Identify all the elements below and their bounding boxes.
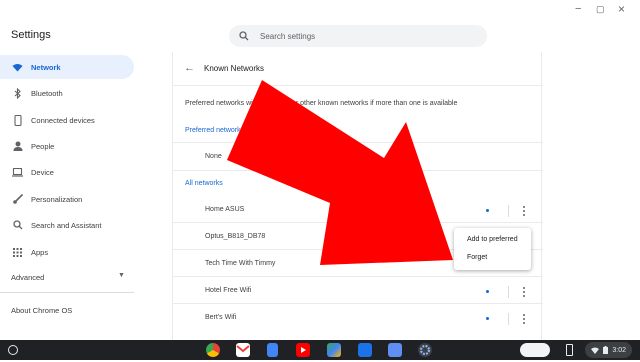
status-tray[interactable]: 3:02	[585, 342, 632, 358]
sidebar-item-connected-devices[interactable]: Connected devices	[0, 108, 134, 132]
all-networks-header: All networks	[185, 180, 223, 187]
known-networks-panel: ← Known Networks Preferred networks will…	[172, 52, 543, 340]
wifi-signal-icon	[486, 209, 489, 212]
row-divider	[173, 222, 543, 223]
sidebar-item-bluetooth[interactable]: Bluetooth	[0, 81, 134, 105]
chevron-down-icon: ▼	[118, 272, 125, 279]
sidebar-item-label: Bluetooth	[31, 88, 63, 98]
row-separator	[508, 205, 509, 217]
sidebar-item-label: Personalization	[31, 194, 83, 204]
network-row-optus[interactable]: Optus_B818_DB78	[205, 233, 265, 240]
sidebar-item-apps[interactable]: Apps	[0, 240, 134, 264]
laptop-icon	[12, 167, 23, 178]
youtube-icon[interactable]	[296, 343, 310, 357]
more-options-icon[interactable]	[520, 205, 528, 217]
network-row-hotel-free-wifi[interactable]: Hotel Free Wifi	[205, 287, 251, 294]
sidebar-item-label: People	[31, 141, 55, 151]
row-divider	[173, 303, 543, 304]
row-separator	[508, 313, 509, 325]
sidebar-item-device[interactable]: Device	[0, 160, 134, 184]
search-icon	[239, 31, 249, 41]
phone-hub-icon[interactable]	[566, 344, 573, 356]
sidebar-item-personalization[interactable]: Personalization	[0, 187, 134, 211]
back-arrow-icon[interactable]: ←	[184, 62, 195, 74]
tote-pill[interactable]	[520, 343, 550, 357]
chromeos-shelf: 3:02	[0, 340, 640, 360]
preferred-empty-label: None	[205, 153, 222, 160]
row-divider	[173, 276, 543, 277]
sidebar-item-advanced[interactable]: Advanced ▼	[0, 265, 134, 289]
preferred-networks-header: Preferred networks	[185, 127, 245, 134]
play-store-icon[interactable]	[327, 343, 341, 357]
search-field[interactable]: Search settings	[229, 25, 487, 47]
sidebar-item-label: Network	[31, 62, 61, 72]
settings-gear-icon[interactable]	[418, 343, 432, 357]
clock: 3:02	[612, 346, 626, 354]
files-icon[interactable]	[358, 343, 372, 357]
sidebar-item-label: Search and Assistant	[31, 220, 102, 230]
person-icon	[12, 141, 23, 152]
settings-window: − ▢ × Settings Search settings Network B…	[0, 0, 640, 340]
network-row-home-asus[interactable]: Home ASUS	[205, 206, 244, 213]
sidebar-item-label: Apps	[31, 247, 49, 257]
sidebar-item-people[interactable]: People	[0, 134, 134, 158]
network-row-berts-wifi[interactable]: Bert's Wifi	[205, 314, 236, 321]
battery-icon	[603, 346, 609, 354]
sidebar-item-label: Device	[31, 167, 54, 177]
search-placeholder: Search settings	[260, 31, 316, 41]
subpage-header: ← Known Networks	[173, 52, 543, 86]
search-icon	[12, 220, 23, 231]
gmail-icon[interactable]	[236, 343, 250, 357]
preferred-description: Preferred networks will be used over oth…	[185, 100, 458, 107]
add-to-preferred-menu-item[interactable]: Add to preferred	[467, 236, 518, 243]
docs-icon[interactable]	[267, 343, 278, 357]
app-title: Settings	[11, 29, 51, 41]
wifi-status-icon	[591, 347, 600, 354]
page-title: Known Networks	[204, 64, 265, 73]
more-options-icon[interactable]	[520, 313, 528, 325]
maximize-button[interactable]: ▢	[596, 4, 605, 14]
launcher-icon[interactable]	[8, 345, 18, 355]
chrome-icon[interactable]	[206, 343, 220, 357]
row-separator	[508, 286, 509, 298]
connected-devices-icon	[12, 114, 23, 126]
sidebar: Network Bluetooth Connected devices Peop…	[0, 52, 170, 340]
network-context-menu: Add to preferred Forget	[454, 228, 531, 270]
close-button[interactable]: ×	[618, 3, 625, 15]
sidebar-divider	[0, 292, 134, 293]
sidebar-item-label: Connected devices	[31, 115, 95, 125]
brush-icon	[12, 194, 23, 205]
sidebar-item-about[interactable]: About Chrome OS	[0, 298, 134, 322]
network-row-tech-time[interactable]: Tech Time With Timmy	[205, 260, 275, 267]
row-divider	[173, 142, 543, 143]
minimize-button[interactable]: −	[575, 4, 581, 15]
apps-grid-icon	[12, 247, 23, 258]
forget-menu-item[interactable]: Forget	[467, 254, 487, 261]
sidebar-item-label: About Chrome OS	[11, 305, 73, 315]
wifi-signal-icon	[486, 317, 489, 320]
wifi-signal-icon	[486, 290, 489, 293]
sidebar-item-search-and-assistant[interactable]: Search and Assistant	[0, 213, 134, 237]
bluetooth-icon	[12, 87, 23, 99]
more-options-icon[interactable]	[520, 286, 528, 298]
sidebar-item-label: Advanced	[11, 272, 45, 282]
sidebar-item-network[interactable]: Network	[0, 55, 134, 79]
wifi-icon	[12, 62, 23, 73]
settings-header: Settings Search settings	[0, 18, 640, 52]
row-divider	[173, 170, 543, 171]
messages-icon[interactable]	[388, 343, 402, 357]
